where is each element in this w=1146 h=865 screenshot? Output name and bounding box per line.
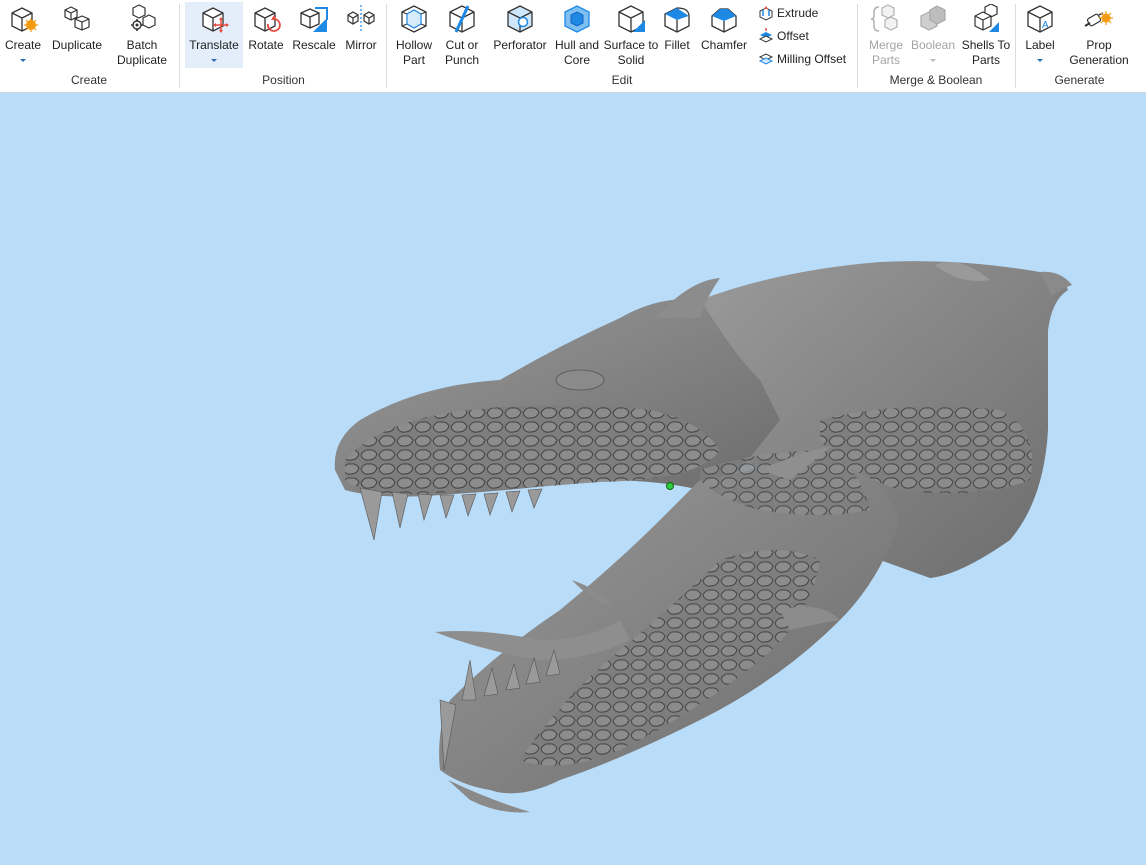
create-icon <box>11 7 38 32</box>
fillet-label: Fillet <box>664 38 690 52</box>
boolean-button[interactable]: Boolean <box>909 2 957 68</box>
create-label: Create <box>4 38 42 52</box>
3d-viewport[interactable] <box>0 93 1146 862</box>
mirror-icon <box>347 5 375 33</box>
edit-group: Hollow Part Cut or Punch Perforator Hull… <box>388 0 856 92</box>
batch-duplicate-icon <box>131 4 156 31</box>
batch-duplicate-button[interactable]: Batch Duplicate <box>112 2 172 68</box>
surface-to-solid-button[interactable]: Surface to Solid <box>602 2 660 68</box>
hull-and-core-label: Hull and Core <box>554 38 600 67</box>
chamfer-label: Chamfer <box>700 38 747 52</box>
duplicate-label: Duplicate <box>51 38 103 52</box>
position-group-label: Position <box>262 73 305 87</box>
duplicate-icon <box>64 6 90 31</box>
selection-point <box>666 482 674 490</box>
edit-group-label: Edit <box>611 73 633 87</box>
fillet-button[interactable]: Fillet <box>660 2 694 68</box>
group-divider <box>857 4 858 88</box>
hollow-part-icon <box>401 5 427 33</box>
generate-group-label: Generate <box>1054 73 1105 87</box>
milling-offset-label: Milling Offset <box>777 52 847 66</box>
merge-parts-button[interactable]: Merge Parts <box>863 2 909 68</box>
perforator-label: Perforator <box>493 38 547 52</box>
rescale-label: Rescale <box>292 38 336 52</box>
label-label: Label <box>1025 38 1055 52</box>
svg-text:A: A <box>1042 20 1049 31</box>
shells-to-parts-label: Shells To Parts <box>961 38 1011 67</box>
create-group-label: Create <box>70 73 108 87</box>
translate-button[interactable]: Translate <box>185 2 243 68</box>
hollow-part-button[interactable]: Hollow Part <box>392 2 436 68</box>
create-button[interactable]: Create <box>2 2 44 68</box>
create-group: Create Duplicate Batch Duplicate Create <box>0 0 178 92</box>
mirror-label: Mirror <box>345 38 377 52</box>
merge-parts-label: Merge Parts <box>868 38 903 67</box>
generate-group: A Label Prop Generation Generate <box>1017 0 1142 92</box>
hull-and-core-icon <box>564 5 590 33</box>
translate-label: Translate <box>189 38 239 52</box>
label-dropdown-caret[interactable] <box>1037 59 1043 62</box>
boolean-label: Boolean <box>910 38 956 52</box>
offset-button[interactable]: Offset <box>758 26 852 46</box>
rotate-button[interactable]: Rotate <box>245 2 287 68</box>
merge-boolean-group: Merge Parts Boolean Shells To Parts Merg… <box>859 0 1013 92</box>
create-dropdown-caret[interactable] <box>20 59 26 62</box>
prop-generation-icon <box>1084 11 1113 27</box>
model-mesh[interactable] <box>0 93 1146 862</box>
duplicate-button[interactable]: Duplicate <box>48 2 106 68</box>
label-button[interactable]: A Label <box>1021 2 1059 68</box>
chamfer-button[interactable]: Chamfer <box>698 2 750 68</box>
fillet-icon <box>664 7 690 33</box>
cut-or-punch-button[interactable]: Cut or Punch <box>440 2 484 68</box>
milling-offset-button[interactable]: Milling Offset <box>758 49 854 69</box>
prop-generation-label: Prop Generation <box>1069 38 1129 67</box>
ribbon-toolbar: Create Duplicate Batch Duplicate Create <box>0 0 1146 93</box>
cut-or-punch-icon <box>449 5 475 33</box>
mirror-button[interactable]: Mirror <box>339 2 383 68</box>
extrude-button[interactable]: Extrude <box>758 3 852 23</box>
offset-icon <box>758 28 774 43</box>
translate-dropdown-caret[interactable] <box>211 59 217 62</box>
merge-parts-icon <box>871 4 898 32</box>
perforator-button[interactable]: Perforator <box>490 2 550 68</box>
rotate-icon <box>254 7 281 32</box>
group-divider <box>1015 4 1016 88</box>
hull-and-core-button[interactable]: Hull and Core <box>552 2 602 68</box>
rescale-button[interactable]: Rescale <box>291 2 337 68</box>
chamfer-icon <box>711 8 737 33</box>
hollow-part-label: Hollow Part <box>395 38 432 67</box>
rescale-icon <box>300 7 328 32</box>
prop-generation-button[interactable]: Prop Generation <box>1065 2 1133 68</box>
shells-to-parts-icon <box>974 4 999 32</box>
surface-to-solid-icon <box>618 5 645 33</box>
extrude-icon <box>759 6 773 21</box>
position-group: Translate Rotate Rescale Mirror Position <box>181 0 386 92</box>
label-icon: A <box>1027 5 1053 33</box>
boolean-icon <box>920 5 946 31</box>
boolean-dropdown-caret[interactable] <box>930 59 936 62</box>
shells-to-parts-button[interactable]: Shells To Parts <box>961 2 1011 68</box>
cut-or-punch-label: Cut or Punch <box>444 38 480 67</box>
surface-to-solid-label: Surface to Solid <box>603 38 659 67</box>
offset-label: Offset <box>777 29 809 43</box>
perforator-icon <box>507 5 533 33</box>
milling-offset-icon <box>758 53 774 65</box>
group-divider <box>179 4 180 88</box>
group-divider <box>386 4 387 88</box>
batch-duplicate-label: Batch Duplicate <box>116 38 168 67</box>
rotate-label: Rotate <box>248 38 284 52</box>
translate-icon <box>202 7 229 33</box>
extrude-label: Extrude <box>777 6 819 20</box>
merge-boolean-group-label: Merge & Boolean <box>889 73 983 87</box>
